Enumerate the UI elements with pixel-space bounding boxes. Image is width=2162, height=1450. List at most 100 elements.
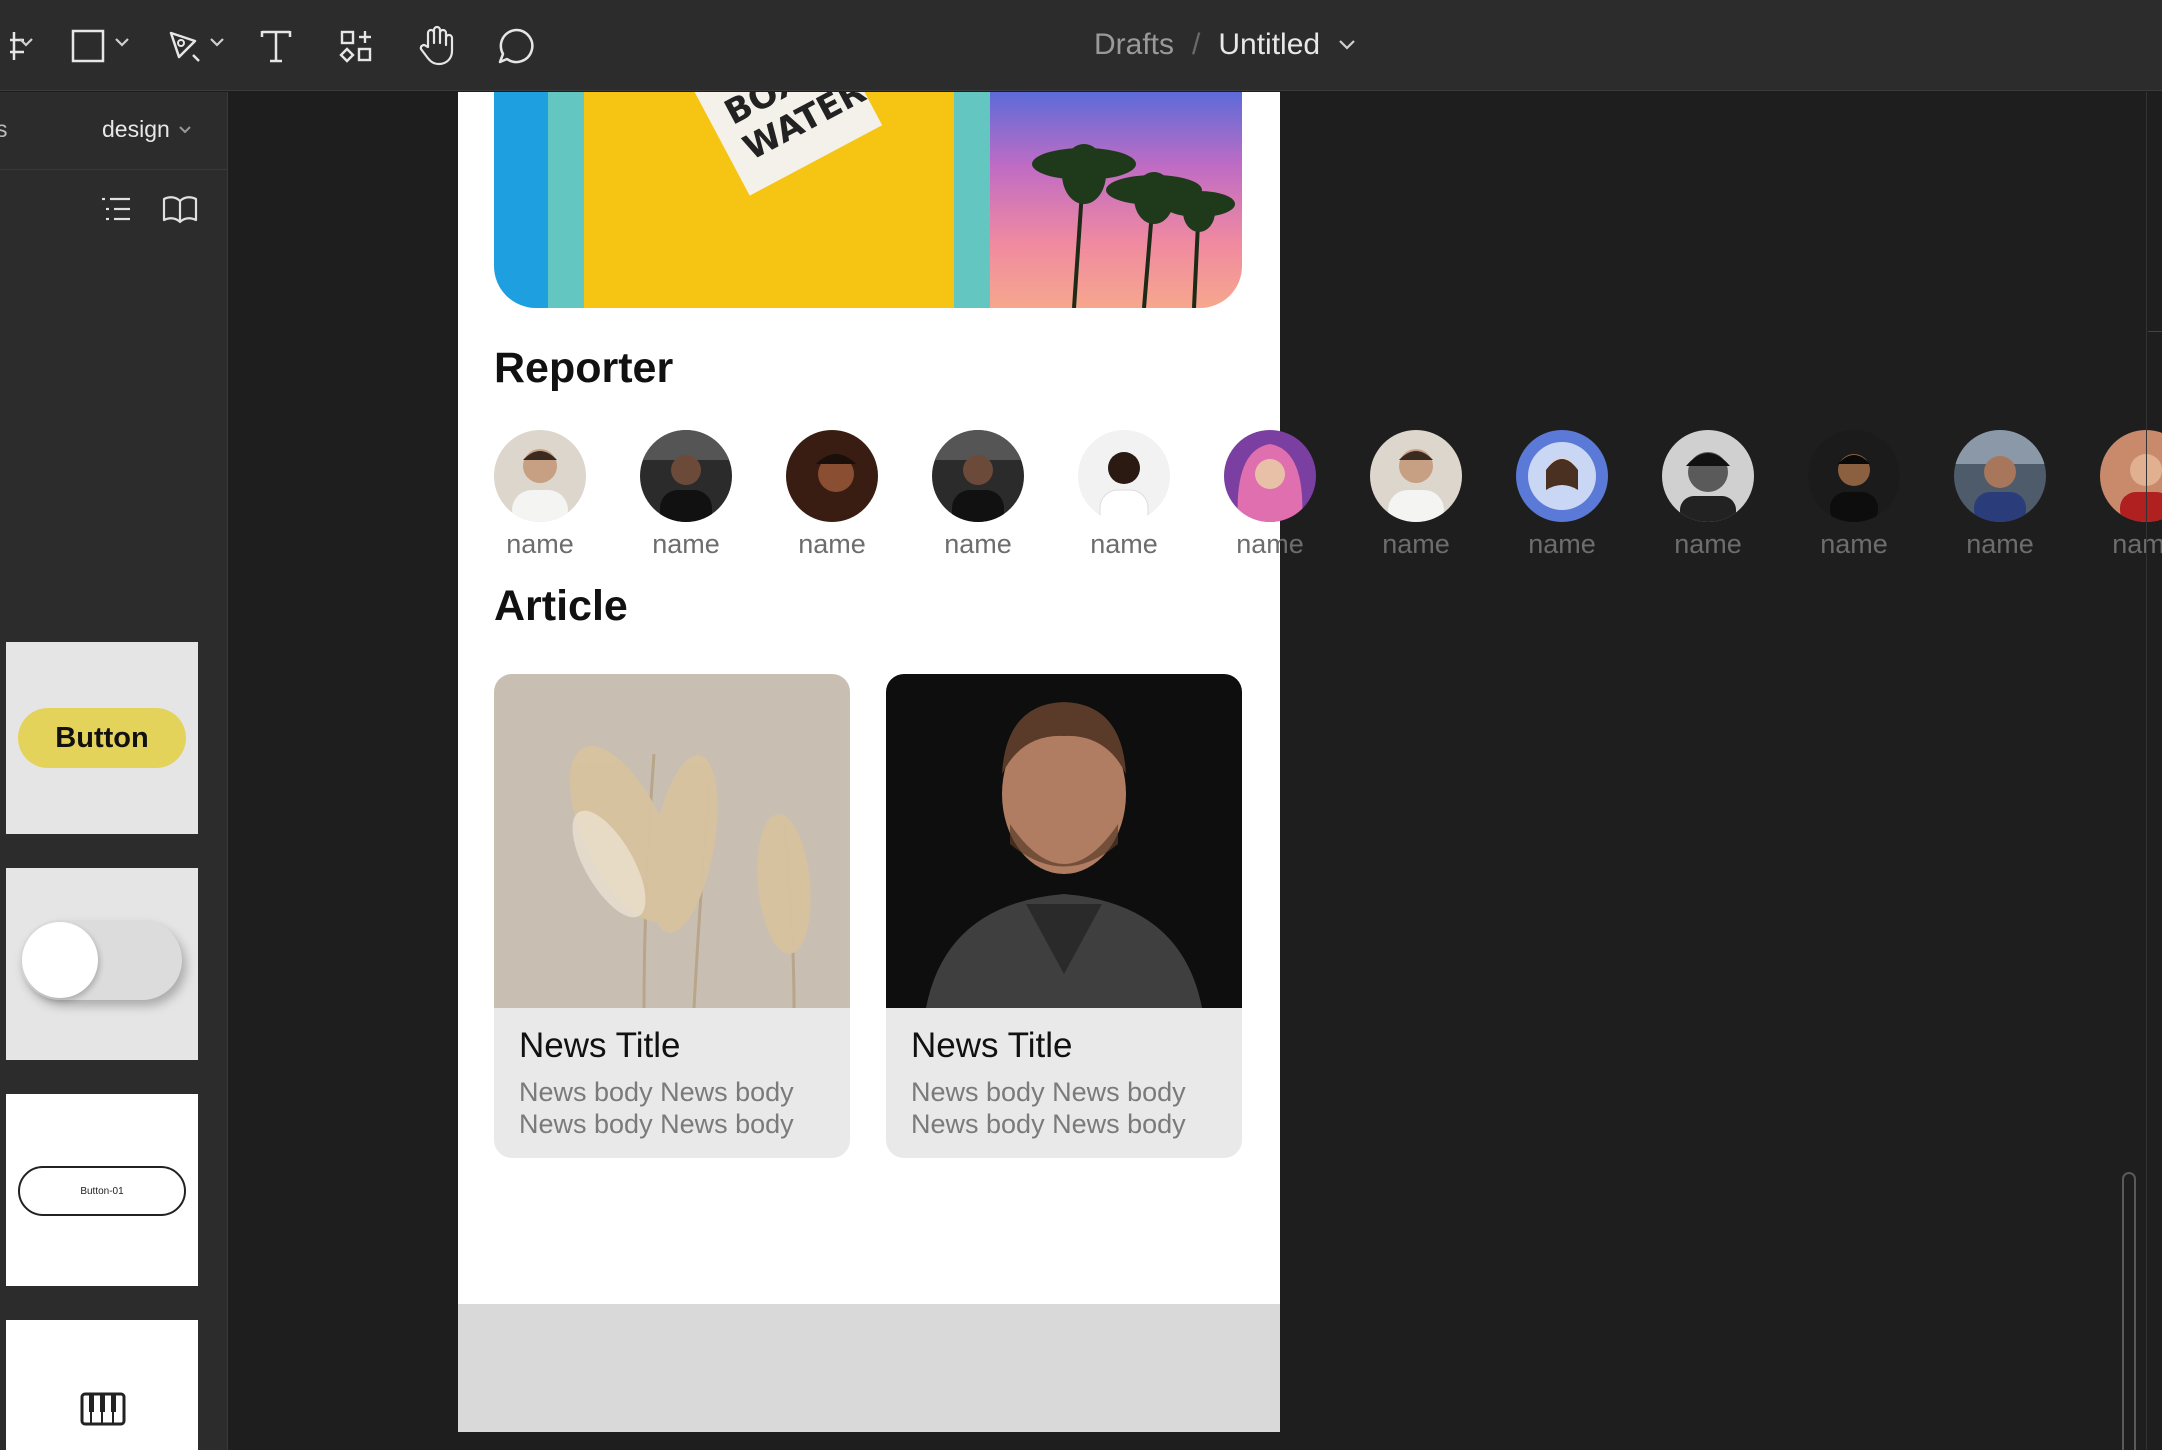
- library-book-icon[interactable]: [162, 194, 198, 224]
- text-tool-button[interactable]: [254, 18, 298, 74]
- chevron-down-icon[interactable]: [114, 36, 130, 48]
- reporter-name: name: [1820, 529, 1888, 559]
- article-card[interactable]: News Title News body News body News body…: [494, 674, 850, 1158]
- hero-image-banner[interactable]: BOXED WATER: [494, 92, 1242, 308]
- pen-icon: [169, 31, 200, 62]
- asset-piano-preview[interactable]: [6, 1320, 198, 1450]
- toggle-knob: [22, 922, 98, 998]
- asset-outline-button: Button-01: [18, 1166, 186, 1216]
- chevron-down-icon[interactable]: [18, 36, 34, 48]
- article-image: [886, 674, 1242, 1008]
- article-card[interactable]: News Title News body News body News body…: [886, 674, 1242, 1158]
- text-icon: [260, 30, 292, 63]
- top-toolbar: Drafts / Untitled: [0, 0, 2162, 91]
- tab-design-label: design: [102, 116, 170, 142]
- left-sidebar: s design Button Button-01: [0, 92, 228, 1450]
- sidebar-header: s design: [0, 92, 228, 170]
- breadcrumb-drafts[interactable]: Drafts: [1094, 28, 1174, 62]
- right-panel-border: [2146, 92, 2147, 1450]
- reporter-name: name: [1090, 529, 1158, 559]
- reporter-item[interactable]: name: [1940, 430, 2060, 560]
- breadcrumb-separator: /: [1192, 28, 1201, 61]
- reporter-list[interactable]: name name name name name name name name …: [494, 430, 2162, 560]
- reporter-name: name: [652, 529, 720, 559]
- hero-image: BOXED WATER: [494, 92, 1242, 308]
- components-tool-button[interactable]: [334, 18, 378, 74]
- rectangle-tool-button[interactable]: [66, 18, 110, 74]
- avatar: [640, 430, 732, 522]
- rectangle-icon: [71, 29, 105, 63]
- avatar-image: [932, 430, 1024, 522]
- avatar: [1516, 430, 1608, 522]
- list-view-icon[interactable]: [100, 194, 132, 224]
- asset-yellow-button: Button: [18, 708, 186, 768]
- file-name[interactable]: Untitled: [1218, 28, 1320, 62]
- reporter-item[interactable]: name: [2086, 430, 2162, 560]
- reporter-name: name: [1382, 529, 1450, 559]
- chevron-down-icon: [179, 125, 191, 133]
- hand-icon: [419, 25, 454, 66]
- asset-outline-button-preview[interactable]: Button-01: [6, 1094, 198, 1286]
- avatar-image: [1808, 430, 1900, 522]
- reporter-item[interactable]: name: [626, 430, 746, 560]
- chevron-down-icon[interactable]: [1338, 39, 1356, 51]
- hand-tool-button[interactable]: [412, 18, 460, 74]
- reporter-name: name: [798, 529, 866, 559]
- avatar-image: [640, 430, 732, 522]
- avatar: [494, 430, 586, 522]
- reporter-item[interactable]: name: [1502, 430, 1622, 560]
- reporter-item[interactable]: name: [1064, 430, 1184, 560]
- reporter-name: name: [1236, 529, 1304, 559]
- pen-tool-button[interactable]: [162, 18, 206, 74]
- article-title: News Title: [911, 1026, 1073, 1065]
- reporter-item[interactable]: name: [480, 430, 600, 560]
- article-body: News body News body News body News body: [911, 1077, 1186, 1139]
- avatar-image: [1078, 430, 1170, 522]
- comment-icon: [498, 28, 534, 64]
- avatar: [1224, 430, 1316, 522]
- asset-toggle-preview[interactable]: [6, 868, 198, 1060]
- reporter-item[interactable]: name: [1794, 430, 1914, 560]
- sidebar-tab-partial[interactable]: s: [0, 116, 8, 143]
- reporter-name: name: [2112, 529, 2162, 559]
- reporter-name: name: [1966, 529, 2034, 559]
- right-panel-edge: [2148, 92, 2162, 332]
- chevron-down-icon[interactable]: [209, 36, 225, 48]
- figma-editor: Drafts / Untitled s design Button Button…: [0, 0, 2162, 1450]
- reporter-name: name: [1674, 529, 1742, 559]
- reporter-name: name: [506, 529, 574, 559]
- avatar: [932, 430, 1024, 522]
- avatar: [1662, 430, 1754, 522]
- reporter-item[interactable]: name: [918, 430, 1038, 560]
- avatar: [786, 430, 878, 522]
- avatar: [1370, 430, 1462, 522]
- avatar-image: [1370, 430, 1462, 522]
- avatar-image: [1954, 430, 2046, 522]
- canvas-scrollbar[interactable]: [2122, 1172, 2136, 1450]
- reporter-name: name: [944, 529, 1012, 559]
- reporter-heading: Reporter: [494, 344, 674, 392]
- avatar-image: [494, 430, 586, 522]
- tab-design[interactable]: design: [102, 116, 192, 143]
- reporter-item[interactable]: name: [1210, 430, 1330, 560]
- asset-button-preview[interactable]: Button: [6, 642, 198, 834]
- asset-toggle-switch: [20, 920, 182, 1000]
- avatar: [1954, 430, 2046, 522]
- article-title: News Title: [519, 1026, 681, 1065]
- article-body: News body News body News body News body: [519, 1077, 794, 1139]
- avatar-image: [1516, 430, 1608, 522]
- reporter-item[interactable]: name: [772, 430, 892, 560]
- portrait-image: [886, 674, 1242, 1008]
- piano-icon: [80, 1392, 126, 1426]
- article-heading: Article: [494, 582, 628, 630]
- avatar-image: [1662, 430, 1754, 522]
- mobile-frame[interactable]: BOXED WATER Reporter name: [458, 92, 2162, 1432]
- avatar: [1808, 430, 1900, 522]
- components-icon: [339, 30, 372, 63]
- avatar-image: [1224, 430, 1316, 522]
- reporter-item[interactable]: name: [1648, 430, 1768, 560]
- breadcrumb: Drafts / Untitled: [1094, 22, 1356, 68]
- avatar: [2100, 430, 2162, 522]
- comment-tool-button[interactable]: [492, 18, 540, 74]
- reporter-item[interactable]: name: [1356, 430, 1476, 560]
